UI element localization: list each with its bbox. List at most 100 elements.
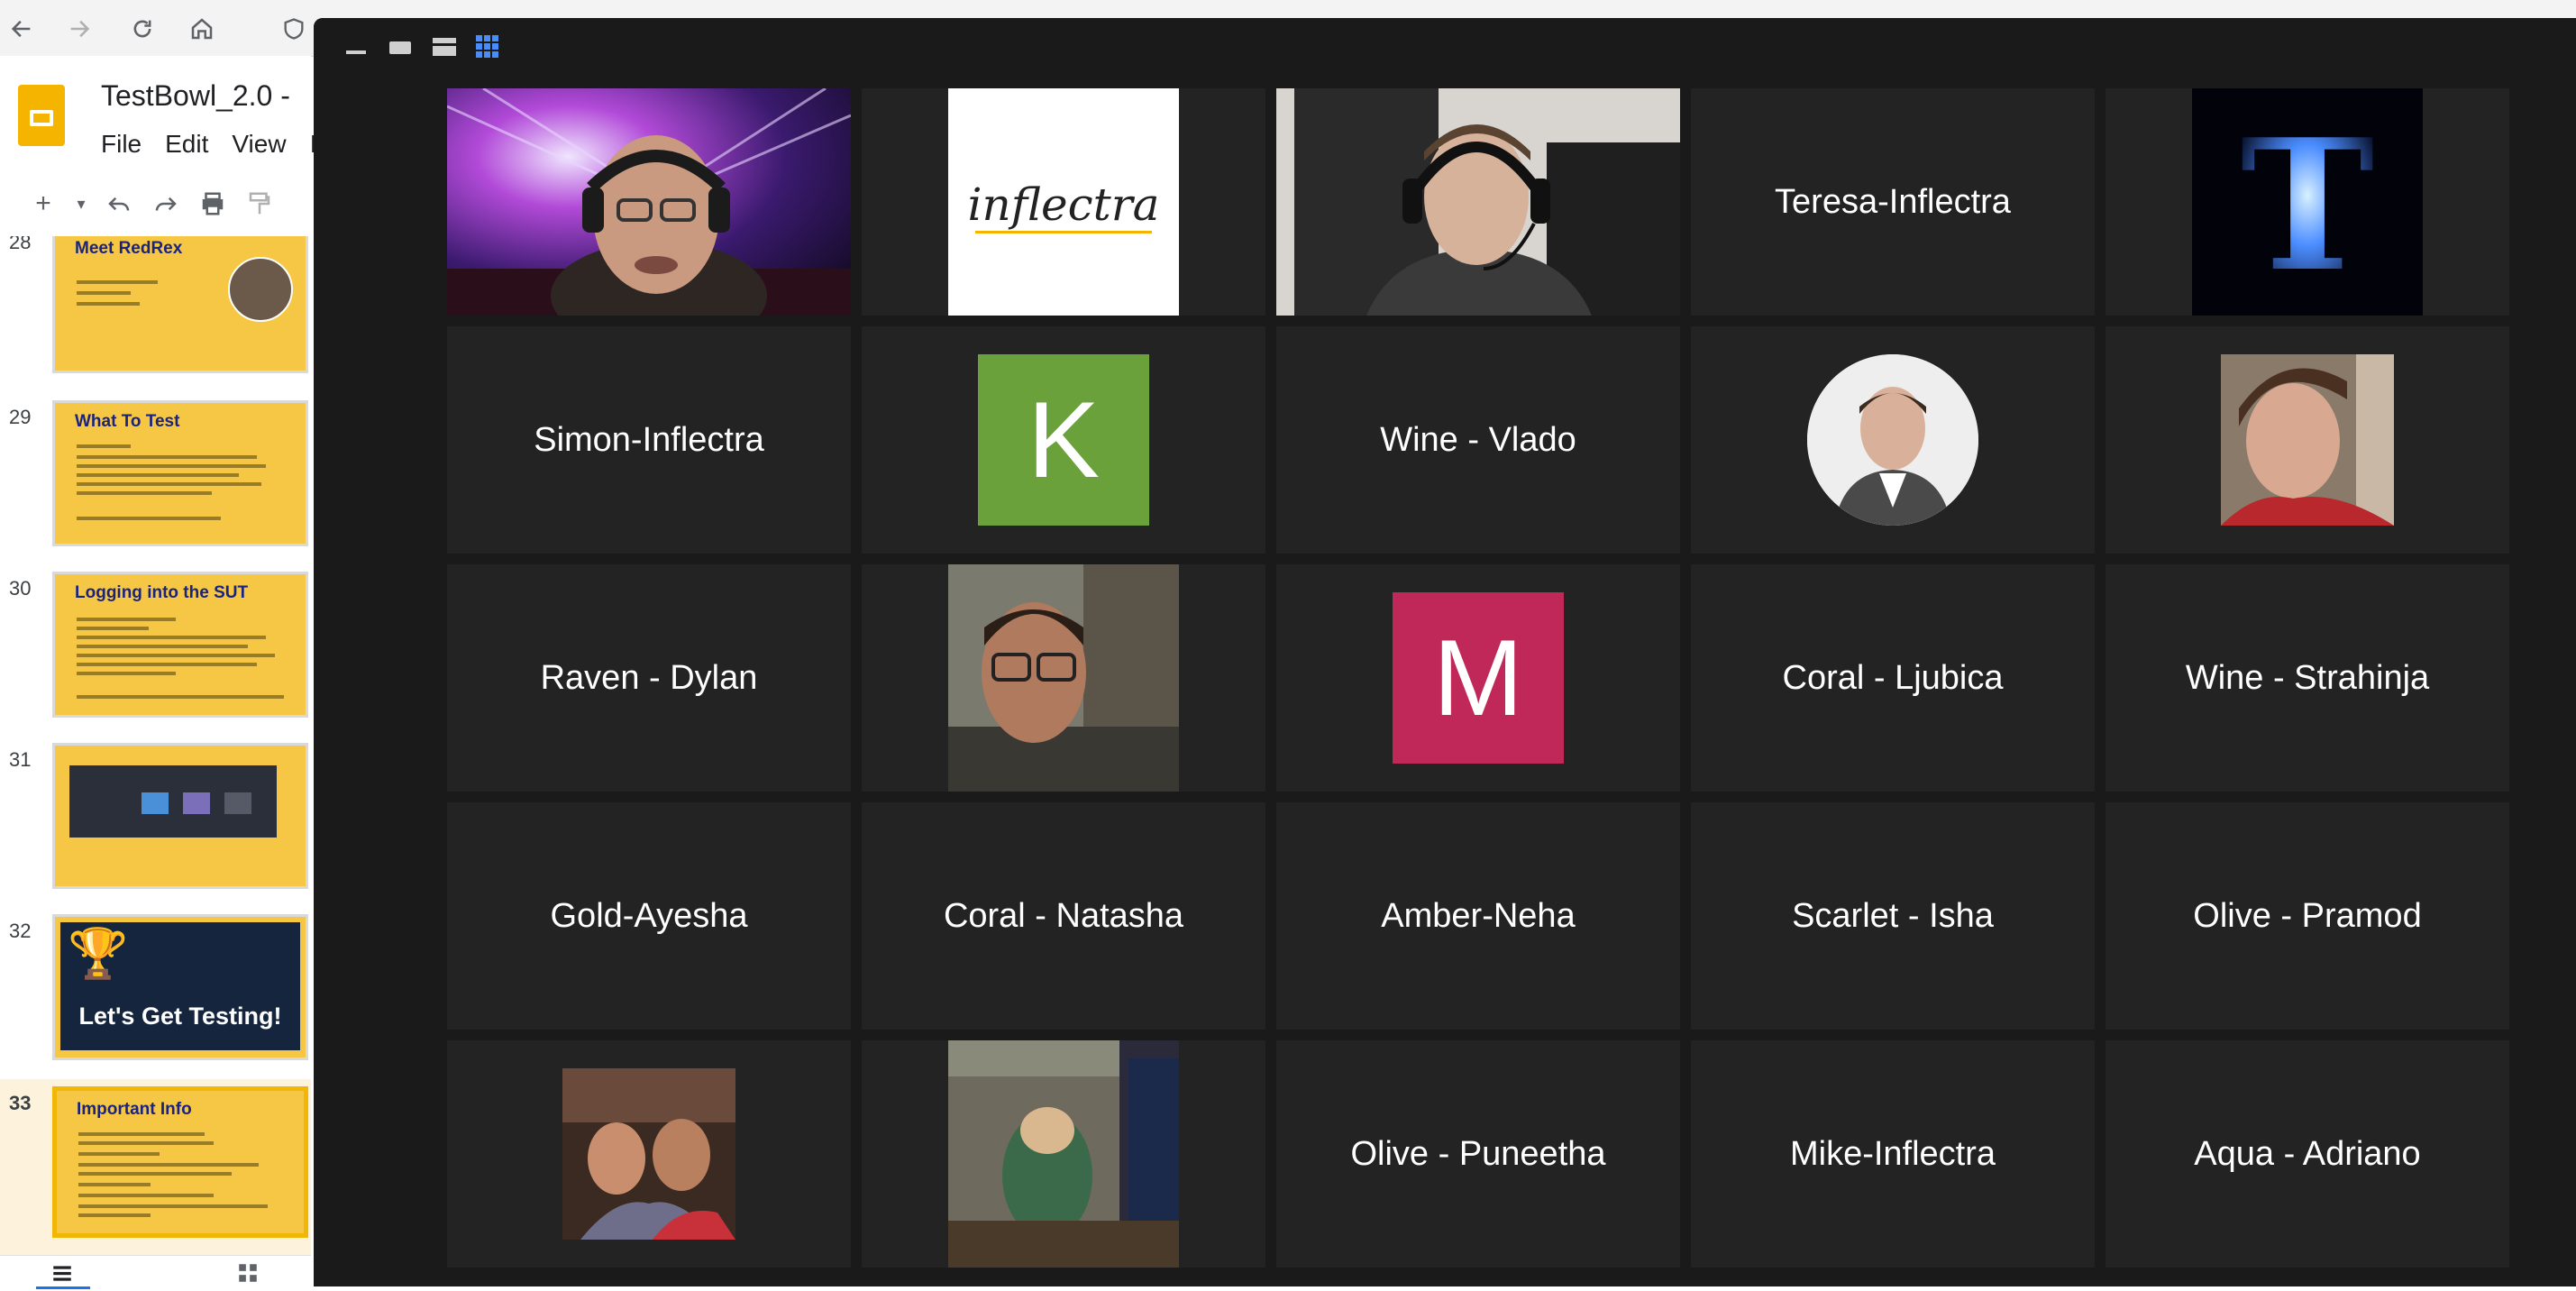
slide-title: Logging into the SUT (75, 583, 249, 602)
participant-name: Mike-Inflectra (1789, 1134, 1996, 1173)
slide-title: Meet RedRex (75, 239, 183, 258)
zoom-gallery-window: inflectra Teresa-Inflectra T Simon-Infle… (314, 18, 2576, 1286)
participant-avatar (948, 564, 1179, 792)
slide-thumbnail-selected[interactable]: 33 Important Info (0, 1079, 311, 1255)
participant-avatar (562, 1068, 735, 1240)
participant-tile-initial[interactable]: K (862, 326, 1265, 554)
participant-tile[interactable]: Aqua - Adriano (2106, 1040, 2509, 1268)
slide-filmstrip: 28 Meet RedRex 29 What To Test 30 Loggin… (0, 236, 311, 1255)
participant-tile-active-speaker[interactable] (447, 88, 851, 316)
slide-title: Important Info (77, 1100, 192, 1119)
participant-name: Olive - Puneetha (1350, 1134, 1606, 1173)
slide-thumbnail[interactable]: 29 What To Test (0, 398, 311, 570)
participant-tile[interactable]: Mike-Inflectra (1691, 1040, 2095, 1268)
menu-edit[interactable]: Edit (165, 130, 208, 159)
logo-text: inflectra (967, 179, 1160, 231)
participant-tile-avatar[interactable] (447, 1040, 851, 1268)
paint-format-icon[interactable] (242, 186, 278, 222)
slide-title: What To Test (75, 412, 180, 431)
participant-name: Wine - Vlado (1380, 420, 1576, 459)
shield-icon[interactable] (276, 11, 312, 47)
add-slide-icon[interactable]: + (25, 186, 61, 222)
slide-number: 30 (9, 577, 32, 600)
back-icon[interactable] (4, 11, 40, 47)
slide-preview: What To Test (52, 400, 308, 546)
participant-avatar (1807, 354, 1978, 526)
participant-name: Gold-Ayesha (550, 896, 748, 935)
slide-preview: 🏆 Let's Get Testing! (52, 914, 308, 1060)
participant-video (1276, 88, 1680, 316)
slide-title: Let's Get Testing! (78, 1003, 282, 1030)
participant-name: Scarlet - Isha (1792, 896, 1994, 935)
undo-icon[interactable] (101, 186, 137, 222)
slide-thumbnail[interactable]: 28 Meet RedRex (0, 236, 311, 398)
participant-tile[interactable]: Coral - Natasha (862, 802, 1265, 1030)
participant-tile[interactable]: Teresa-Inflectra (1691, 88, 2095, 316)
participant-tile[interactable]: Coral - Ljubica (1691, 564, 2095, 792)
participant-tile-avatar[interactable]: T (2106, 88, 2509, 316)
slide-number: 32 (9, 920, 32, 942)
svg-text:T: T (2241, 100, 2375, 312)
slide-preview: Logging into the SUT (52, 572, 308, 718)
participant-name: Simon-Inflectra (534, 420, 764, 459)
grid-view-icon[interactable] (236, 1261, 260, 1289)
inflectra-logo: inflectra (948, 88, 1179, 316)
participant-tile-avatar[interactable] (1691, 326, 2095, 554)
slide-thumbnail[interactable]: 32 🏆 Let's Get Testing! (0, 912, 311, 1084)
speaker-view-icon[interactable] (389, 34, 411, 60)
participant-tile-inflectra-logo[interactable]: inflectra (862, 88, 1265, 316)
gallery-view-icon[interactable] (476, 34, 499, 60)
forward-icon[interactable] (61, 11, 97, 47)
participant-tile[interactable]: Gold-Ayesha (447, 802, 851, 1030)
slide-thumbnail[interactable]: 30 Logging into the SUT (0, 570, 311, 741)
menu-file[interactable]: File (101, 130, 142, 159)
participant-tile[interactable]: Raven - Dylan (447, 564, 851, 792)
participant-name: Raven - Dylan (540, 658, 758, 697)
participant-tile-avatar[interactable] (2106, 326, 2509, 554)
slides-logo-icon[interactable] (18, 85, 65, 146)
reload-icon[interactable] (124, 11, 160, 47)
slides-app-header: TestBowl_2.0 - File Edit View I (0, 56, 316, 174)
list-view-icon[interactable] (36, 1259, 90, 1289)
participant-name: Teresa-Inflectra (1775, 182, 2011, 221)
redo-icon[interactable] (148, 186, 184, 222)
participant-avatar (2221, 354, 2394, 526)
zoom-titlebar (314, 18, 2576, 72)
print-icon[interactable] (195, 186, 231, 222)
slide-thumbnail[interactable]: 31 (0, 741, 311, 912)
filmstrip-view-icon[interactable] (433, 34, 456, 60)
participant-tile[interactable]: Olive - Puneetha (1276, 1040, 1680, 1268)
participant-tile-avatar[interactable] (862, 564, 1265, 792)
participant-name: Wine - Strahinja (2185, 658, 2430, 697)
participant-initial-avatar: K (978, 354, 1149, 526)
participant-initial-avatar: M (1393, 592, 1564, 764)
slide-number: 31 (9, 748, 32, 771)
participant-tile-avatar[interactable] (862, 1040, 1265, 1268)
menu-bar: File Edit View I (101, 130, 316, 159)
participant-tile[interactable]: Amber-Neha (1276, 802, 1680, 1030)
slide-number: 33 (9, 1092, 32, 1114)
home-icon[interactable] (184, 11, 220, 47)
participant-tile[interactable]: Olive - Pramod (2106, 802, 2509, 1030)
document-title[interactable]: TestBowl_2.0 - (101, 79, 290, 113)
menu-view[interactable]: View (232, 130, 286, 159)
avatar (228, 257, 293, 322)
participant-tile-initial[interactable]: M (1276, 564, 1680, 792)
participant-avatar: T (2192, 88, 2423, 316)
participant-name: Aqua - Adriano (2194, 1134, 2421, 1173)
slide-preview (52, 743, 308, 889)
participant-tile[interactable]: Simon-Inflectra (447, 326, 851, 554)
slide-number: 29 (9, 406, 32, 428)
filmstrip-view-tabs (0, 1255, 311, 1289)
participant-tile-video[interactable] (1276, 88, 1680, 316)
participant-tile[interactable]: Scarlet - Isha (1691, 802, 2095, 1030)
participant-tile[interactable]: Wine - Strahinja (2106, 564, 2509, 792)
participant-tile[interactable]: Wine - Vlado (1276, 326, 1680, 554)
participant-name: Olive - Pramod (2193, 896, 2422, 935)
participant-name: Coral - Natasha (943, 896, 1184, 935)
participant-name: Coral - Ljubica (1782, 658, 2004, 697)
chevron-down-icon[interactable]: ▾ (63, 186, 99, 222)
slide-preview: Important Info (52, 1086, 308, 1238)
minimize-icon[interactable] (346, 34, 366, 60)
slide-number: 28 (9, 236, 32, 253)
